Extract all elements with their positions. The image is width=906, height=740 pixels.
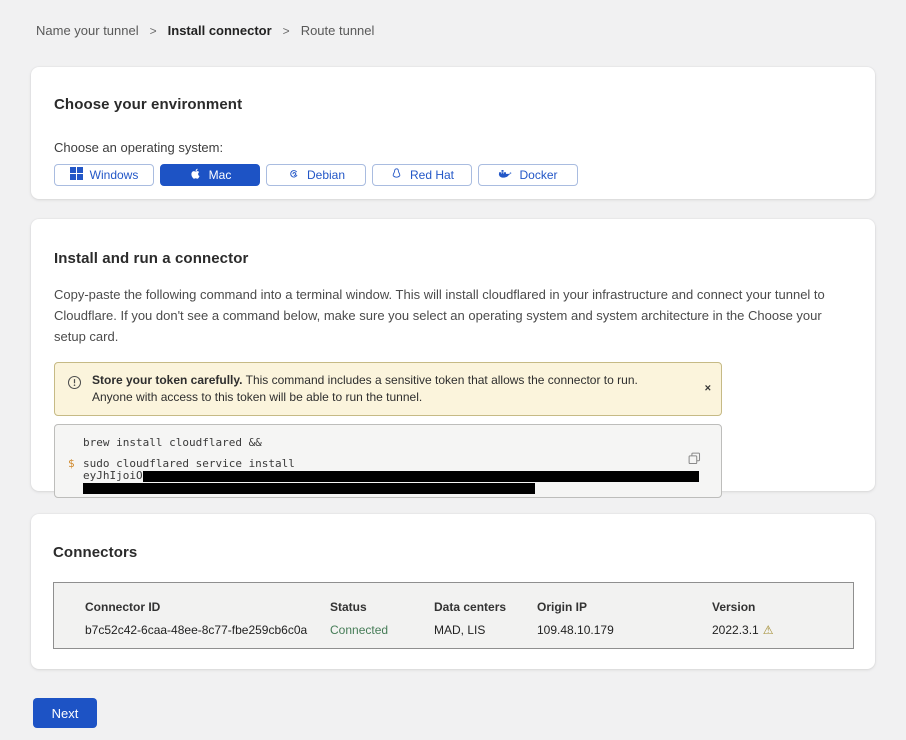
apple-logo-icon [189,167,202,183]
close-icon[interactable]: × [705,384,711,395]
os-button-debian[interactable]: Debian [266,164,366,186]
os-button-docker[interactable]: Docker [478,164,578,186]
os-button-label: Debian [307,168,345,182]
os-button-windows[interactable]: Windows [54,164,154,186]
connectors-table-header: Connector ID Status Data centers Origin … [85,600,853,614]
token-warning-title: Store your token carefully. [92,373,243,387]
column-data-centers: Data centers [434,600,537,614]
breadcrumb: Name your tunnel > Install connector > R… [0,0,906,38]
choose-environment-card: Choose your environment Choose an operat… [31,67,875,199]
install-card-title: Install and run a connector [54,250,846,267]
connector-id-value: b7c52c42-6caa-48ee-8c77-fbe259cb6c0a [85,623,330,637]
next-button[interactable]: Next [33,698,97,728]
version-number: 2022.3.1 [712,623,759,637]
column-version: Version [712,600,822,614]
breadcrumb-install-connector[interactable]: Install connector [168,23,272,38]
breadcrumb-route-tunnel[interactable]: Route tunnel [301,23,375,38]
command-line-1: brew install cloudflared && [83,437,707,449]
connectors-table: Connector ID Status Data centers Origin … [53,582,854,649]
os-button-redhat[interactable]: Red Hat [372,164,472,186]
alert-circle-icon [67,375,82,395]
breadcrumb-separator: > [150,24,157,38]
column-status: Status [330,600,434,614]
os-button-label: Windows [90,168,139,182]
os-button-label: Mac [209,168,232,182]
version-warning-icon: ⚠ [763,623,774,637]
version-value: 2022.3.1 ⚠ [712,623,822,637]
os-button-mac[interactable]: Mac [160,164,260,186]
copy-icon[interactable] [688,452,701,468]
column-connector-id: Connector ID [85,600,330,614]
docker-whale-logo-icon [498,168,512,182]
install-instructions: Copy-paste the following command into a … [54,284,846,347]
column-origin-ip: Origin IP [537,600,712,614]
command-line-2: sudo cloudflared service install [83,458,707,470]
token-prefix: eyJhIjoiO [83,469,143,482]
token-warning-banner: Store your token carefully. This command… [54,362,722,416]
command-token-line-2 [83,482,707,494]
table-row: b7c52c42-6caa-48ee-8c77-fbe259cb6c0a Con… [85,623,853,637]
terminal-prompt: $ [68,457,75,470]
redacted-token-bar [83,483,535,494]
token-warning-text: Store your token carefully. This command… [92,372,667,406]
connectors-card-title: Connectors [53,544,853,561]
os-button-label: Docker [519,168,557,182]
data-centers-value: MAD, LIS [434,623,537,637]
breadcrumb-separator: > [283,24,290,38]
redacted-token-bar [143,471,699,482]
os-button-group: Windows Mac Debian Red Hat Docker [54,164,852,186]
origin-ip-value: 109.48.10.179 [537,623,712,637]
connectors-card: Connectors Connector ID Status Data cent… [31,514,875,669]
debian-logo-icon [287,167,300,183]
operating-system-label: Choose an operating system: [54,140,852,155]
windows-logo-icon [70,167,83,183]
install-command-block: $ brew install cloudflared && sudo cloud… [54,424,722,498]
install-connector-card: Install and run a connector Copy-paste t… [31,219,875,491]
os-button-label: Red Hat [410,168,454,182]
environment-card-title: Choose your environment [54,96,852,113]
redhat-linux-logo-icon [390,167,403,183]
command-token-line: eyJhIjoiO [83,470,707,482]
breadcrumb-name-your-tunnel[interactable]: Name your tunnel [36,23,139,38]
status-badge: Connected [330,623,434,637]
